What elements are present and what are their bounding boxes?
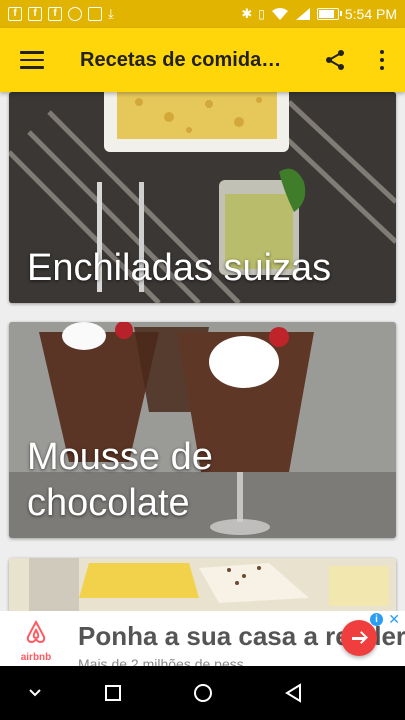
- airbnb-logo: airbnb: [14, 619, 58, 663]
- square-icon: [105, 685, 121, 701]
- ad-brand: airbnb: [20, 652, 52, 663]
- recipe-title: Mousse de chocolate: [27, 436, 213, 524]
- vibrate-icon: ▯: [258, 7, 265, 21]
- signal-icon: [295, 8, 310, 20]
- system-icons: ✱ ▯ 5:54 PM: [241, 6, 397, 22]
- chevron-down-icon: [29, 689, 41, 697]
- nav-back-button[interactable]: [268, 666, 318, 720]
- download-icon: ⤓: [108, 6, 114, 21]
- facebook-icon: f: [48, 7, 62, 21]
- recipe-card[interactable]: Enchiladas suizas: [9, 92, 396, 303]
- bluetooth-icon: ✱: [241, 6, 253, 21]
- gallery-icon: [88, 7, 102, 21]
- circle-icon: [194, 684, 212, 702]
- whatsapp-icon: [68, 7, 82, 21]
- notification-icons: f f f ⤓: [8, 6, 114, 22]
- facebook-icon: f: [28, 7, 42, 21]
- wifi-icon: [271, 8, 288, 20]
- clock: 5:54 PM: [344, 6, 397, 22]
- status-bar: f f f ⤓ ✱ ▯ 5:54 PM: [0, 0, 405, 28]
- navigation-bar: [0, 666, 405, 720]
- recipe-image: [9, 558, 396, 618]
- facebook-icon: f: [8, 7, 22, 21]
- back-triangle-icon: [285, 683, 301, 703]
- ad-info-icon[interactable]: i: [370, 613, 383, 626]
- recipe-title: Enchiladas suizas: [27, 247, 332, 289]
- ad-cta-button[interactable]: [341, 620, 377, 656]
- recipe-card[interactable]: Mousse de chocolate: [9, 322, 396, 538]
- menu-icon[interactable]: [20, 51, 44, 69]
- recipe-card[interactable]: [9, 558, 396, 618]
- more-options-icon[interactable]: [379, 50, 385, 70]
- nav-home-button[interactable]: [178, 666, 228, 720]
- share-icon[interactable]: [323, 48, 347, 72]
- app-bar: Recetas de comida…: [0, 28, 405, 92]
- airbnb-icon: [26, 619, 46, 644]
- nav-recents-button[interactable]: [88, 666, 138, 720]
- page-title: Recetas de comida…: [80, 48, 282, 71]
- ad-banner[interactable]: airbnb Ponha a sua casa a render Mais de…: [0, 611, 405, 666]
- battery-icon: [316, 8, 342, 20]
- nav-hide-button[interactable]: [10, 666, 60, 720]
- ad-close-icon[interactable]: ✕: [388, 611, 400, 628]
- ad-subtext: Mais de 2 milhões de pess: [78, 656, 244, 666]
